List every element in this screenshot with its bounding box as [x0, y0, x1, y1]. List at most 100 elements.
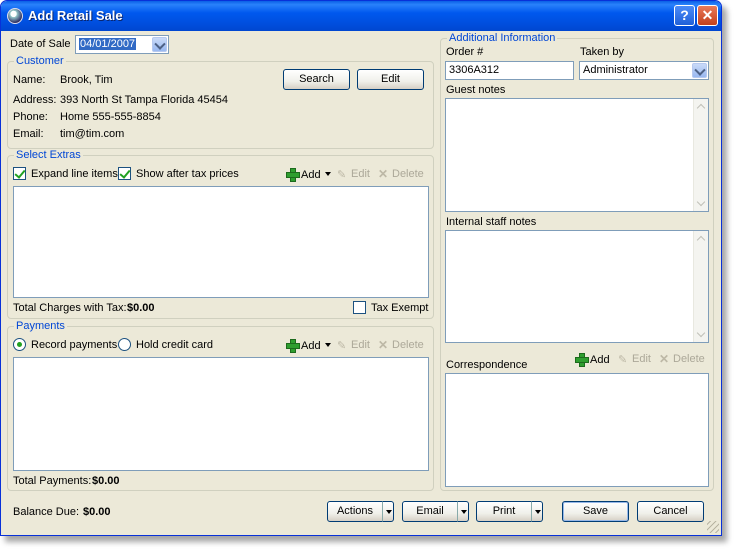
customer-edit-button[interactable]: Edit: [357, 69, 424, 90]
correspondence-add-button[interactable]: Add: [575, 353, 610, 367]
date-of-sale-field[interactable]: 04/01/2007: [75, 35, 169, 54]
delete-x-icon: ✕: [378, 167, 389, 181]
help-button[interactable]: ?: [674, 5, 695, 26]
customer-name-label: Name:: [13, 74, 46, 86]
cancel-button[interactable]: Cancel: [637, 501, 704, 522]
show-after-tax-label: Show after tax prices: [136, 168, 239, 180]
total-payments-value: $0.00: [92, 475, 120, 487]
customer-phone-value: Home 555-555-8854: [60, 111, 161, 123]
additional-info-legend: Additional Information: [447, 32, 558, 44]
payments-add-label: Add: [301, 340, 321, 352]
customer-address-label: Address:: [13, 94, 57, 106]
customer-email-label: Email:: [13, 128, 44, 140]
pencil-icon: ✎: [337, 169, 347, 181]
extras-add-label: Add: [301, 169, 321, 181]
guest-notes-textarea[interactable]: [445, 98, 709, 212]
payments-delete-button[interactable]: ✕ Delete: [378, 339, 424, 351]
order-number-label: Order #: [446, 46, 484, 58]
payments-add-button[interactable]: Add: [286, 339, 331, 353]
plus-icon: [286, 339, 300, 353]
guest-notes-scrollbar[interactable]: [693, 99, 708, 211]
correspondence-delete-button[interactable]: ✕ Delete: [659, 353, 705, 365]
scroll-up-icon[interactable]: [695, 232, 708, 245]
save-button[interactable]: Save: [562, 501, 629, 522]
taken-by-value: Administrator: [583, 64, 648, 76]
payments-edit-label: Edit: [351, 339, 370, 351]
payments-edit-button[interactable]: ✎ Edit: [337, 339, 370, 352]
print-button[interactable]: Print: [476, 501, 532, 522]
correspondence-edit-button[interactable]: ✎ Edit: [618, 353, 651, 366]
caret-down-icon: [324, 172, 331, 176]
tax-exempt-checkbox[interactable]: [353, 301, 366, 314]
email-dropdown-icon[interactable]: [457, 501, 469, 522]
scroll-up-icon[interactable]: [695, 100, 708, 113]
scroll-down-icon[interactable]: [695, 328, 708, 341]
order-number-field[interactable]: 3306A312: [445, 61, 574, 80]
pencil-icon: ✎: [337, 340, 347, 352]
payments-list[interactable]: [13, 357, 429, 471]
customer-phone-label: Phone:: [13, 111, 48, 123]
title-bar[interactable]: Add Retail Sale ? ✕: [1, 1, 721, 31]
staff-notes-label: Internal staff notes: [446, 216, 537, 228]
customer-address-value: 393 North St Tampa Florida 45454: [60, 94, 228, 106]
record-payments-radio[interactable]: [13, 338, 26, 351]
date-of-sale-label: Date of Sale: [10, 38, 71, 50]
chevron-down-icon[interactable]: [152, 37, 167, 52]
plus-icon: [575, 353, 589, 367]
balance-due-label: Balance Due:: [13, 506, 80, 518]
email-button[interactable]: Email: [402, 501, 458, 522]
expand-line-items-checkbox[interactable]: [13, 167, 26, 180]
payments-legend: Payments: [14, 320, 67, 332]
tax-exempt-label: Tax Exempt: [371, 302, 429, 314]
actions-button[interactable]: Actions: [327, 501, 383, 522]
record-payments-label: Record payments: [31, 339, 118, 351]
extras-add-button[interactable]: Add: [286, 168, 331, 182]
total-charges-label: Total Charges with Tax:: [13, 302, 127, 314]
balance-due-value: $0.00: [83, 506, 111, 518]
window-title: Add Retail Sale: [28, 8, 123, 23]
guest-notes-label: Guest notes: [446, 84, 506, 96]
correspondence-list[interactable]: [445, 373, 709, 487]
caret-down-icon: [324, 343, 331, 347]
chevron-down-icon[interactable]: [692, 63, 707, 78]
delete-x-icon: ✕: [659, 352, 670, 366]
expand-line-items-label: Expand line items: [31, 168, 118, 180]
date-of-sale-value: 04/01/2007: [79, 38, 137, 50]
staff-notes-textarea[interactable]: [445, 230, 709, 343]
extras-delete-label: Delete: [392, 168, 424, 180]
payments-delete-label: Delete: [392, 339, 424, 351]
taken-by-select[interactable]: Administrator: [579, 61, 709, 80]
delete-x-icon: ✕: [378, 338, 389, 352]
extras-list[interactable]: [13, 186, 429, 298]
resize-grip-icon[interactable]: [707, 521, 719, 533]
taken-by-label: Taken by: [580, 46, 625, 58]
plus-icon: [286, 168, 300, 182]
correspondence-delete-label: Delete: [673, 353, 705, 365]
close-button[interactable]: ✕: [697, 5, 718, 26]
pencil-icon: ✎: [618, 354, 628, 366]
correspondence-add-label: Add: [590, 354, 610, 366]
extras-edit-button[interactable]: ✎ Edit: [337, 168, 370, 181]
total-charges-value: $0.00: [127, 302, 155, 314]
customer-legend: Customer: [14, 55, 66, 67]
actions-split-button[interactable]: Actions: [327, 501, 394, 522]
total-payments-label: Total Payments:: [13, 475, 92, 487]
actions-dropdown-icon[interactable]: [382, 501, 394, 522]
select-extras-legend: Select Extras: [14, 149, 83, 161]
correspondence-label: Correspondence: [446, 359, 528, 371]
scroll-down-icon[interactable]: [695, 197, 708, 210]
print-dropdown-icon[interactable]: [531, 501, 543, 522]
extras-edit-label: Edit: [351, 168, 370, 180]
app-icon: [7, 8, 23, 24]
search-button[interactable]: Search: [283, 69, 350, 90]
customer-email-value: tim@tim.com: [60, 128, 125, 140]
print-split-button[interactable]: Print: [476, 501, 543, 522]
extras-delete-button[interactable]: ✕ Delete: [378, 168, 424, 180]
customer-name-value: Brook, Tim: [60, 74, 113, 86]
email-split-button[interactable]: Email: [402, 501, 469, 522]
hold-credit-card-label: Hold credit card: [136, 339, 214, 351]
hold-credit-card-radio[interactable]: [118, 338, 131, 351]
staff-notes-scrollbar[interactable]: [693, 231, 708, 342]
show-after-tax-checkbox[interactable]: [118, 167, 131, 180]
correspondence-edit-label: Edit: [632, 353, 651, 365]
